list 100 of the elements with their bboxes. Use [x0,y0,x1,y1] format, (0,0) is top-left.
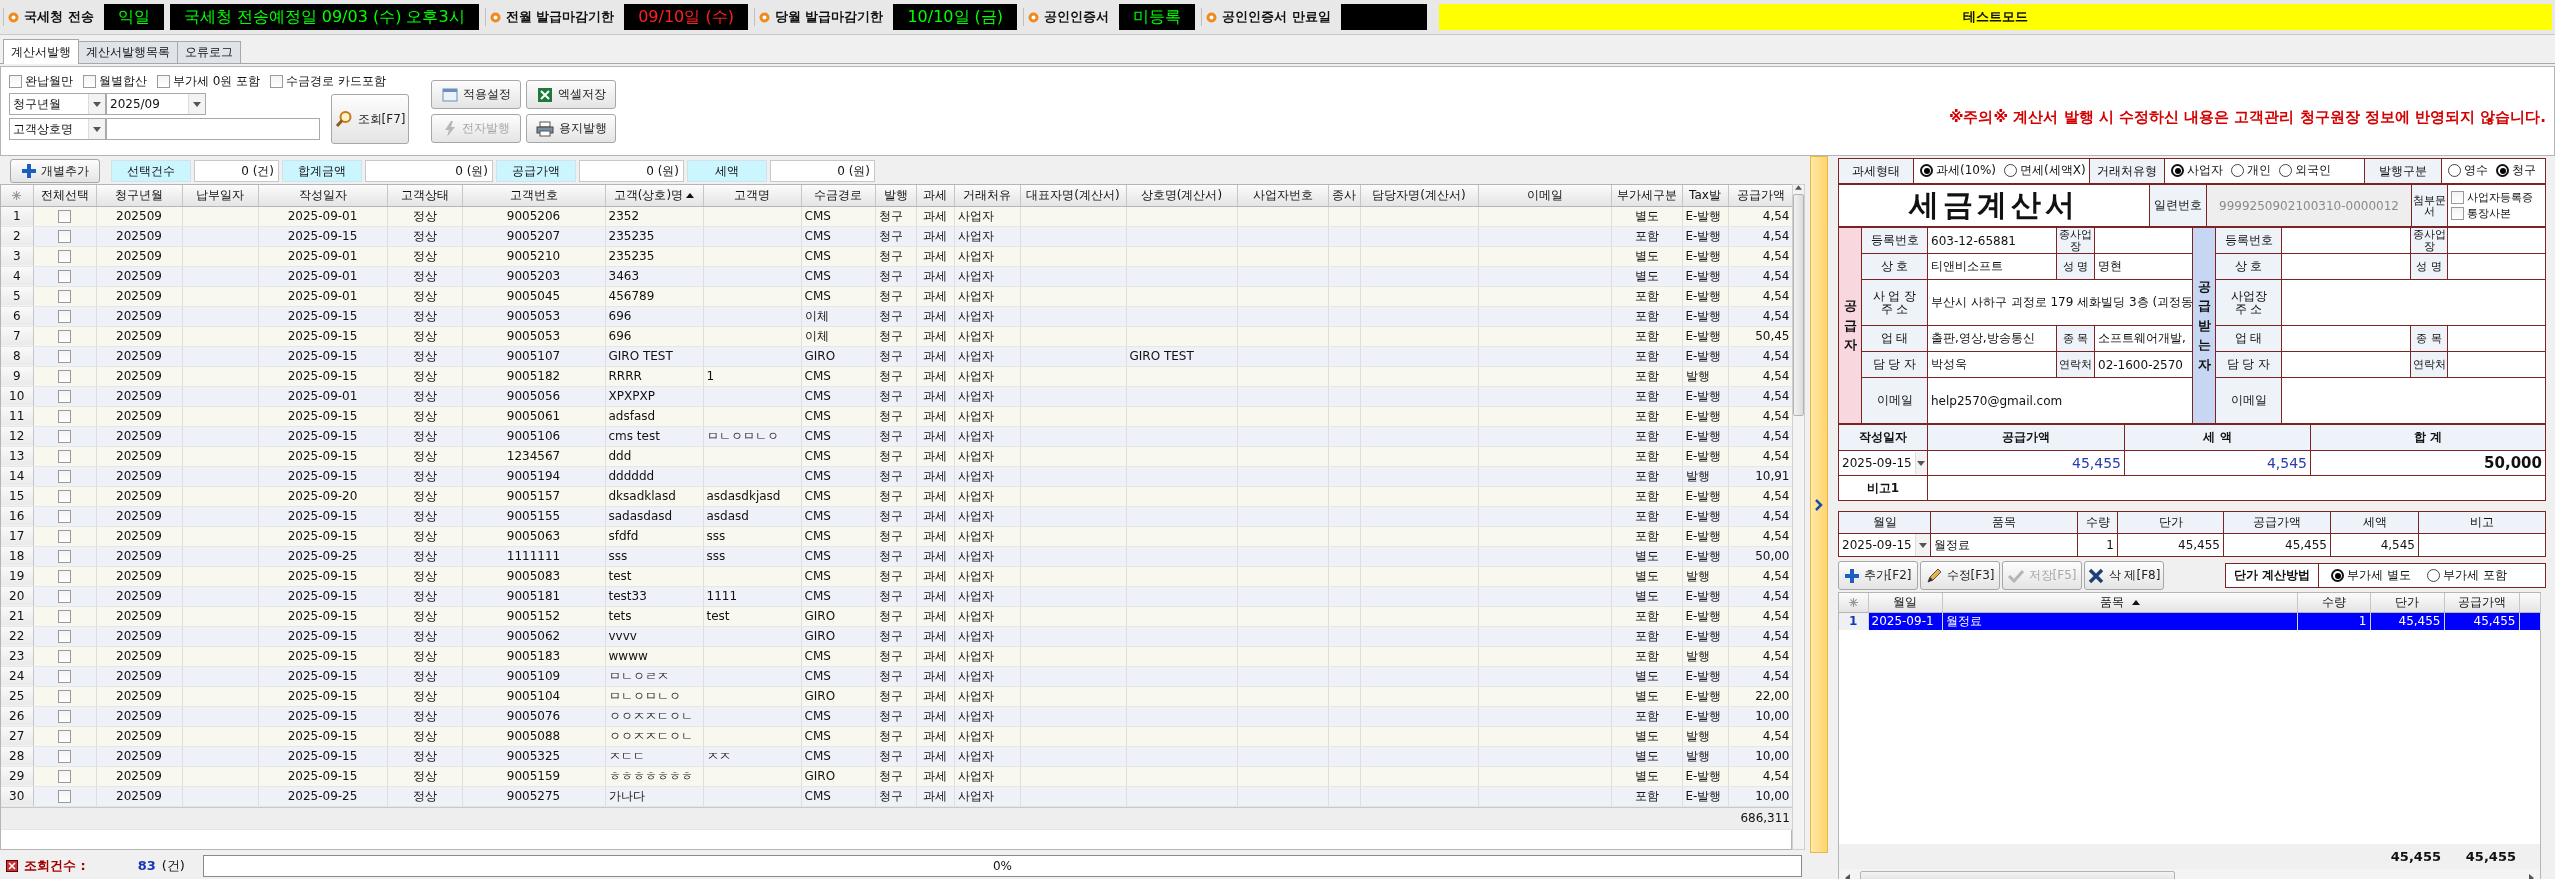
column-header[interactable]: 대표자명(계산서) [1020,185,1126,206]
checkbox[interactable]: 수금경로 카드포함 [270,72,387,90]
checkbox[interactable] [58,310,71,323]
input-field[interactable] [106,118,320,140]
radio-button[interactable]: 청구 [2496,162,2536,179]
table-cell: 발행 [1682,366,1728,386]
radio-button[interactable]: 면세(세액X) [2004,162,2086,179]
checkbox[interactable] [58,630,71,643]
column-header[interactable]: 종사 [1328,185,1360,206]
checkbox[interactable] [58,770,71,783]
checkbox[interactable] [58,270,71,283]
checkbox[interactable] [58,750,71,763]
column-header[interactable]: 공급가액 [1728,185,1793,206]
column-header[interactable]: 상호명(계산서) [1126,185,1237,206]
checkbox[interactable] [58,550,71,563]
radio-button[interactable]: 부가세 포함 [2427,567,2507,584]
dropdown[interactable]: 청구년월 [9,93,106,115]
checkbox[interactable]: 월별합산 [83,72,147,90]
checkbox[interactable] [58,730,71,743]
checkbox[interactable] [58,330,71,343]
checkbox[interactable] [58,470,71,483]
dropdown[interactable]: 2025-09-15 [1839,534,1930,556]
checkbox[interactable] [58,410,71,423]
tab[interactable]: 계산서발행목록 [78,41,178,63]
checkbox[interactable]: 사업자등록증 [2451,190,2542,205]
column-header[interactable]: 납부일자 [182,185,258,206]
add-button[interactable]: 개별추가 [10,159,100,183]
table-cell: 9005107 [462,346,605,366]
search-button[interactable]: 조회[F7] [331,94,409,144]
column-header[interactable]: 사업자번호 [1237,185,1328,206]
dropdown[interactable]: 2025-09-15 [1839,452,1927,474]
toolbar-button[interactable]: 적용설정 [431,80,521,109]
table-cell: 2025-09-01 [258,206,387,226]
column-header[interactable]: 담당자명(계산서) [1360,185,1478,206]
column-header[interactable] [1839,593,1868,612]
checkbox[interactable]: 부가세 0원 포함 [157,72,261,90]
checkbox[interactable] [58,230,71,243]
checkbox[interactable] [58,710,71,723]
column-header[interactable]: 수금경로 [801,185,875,206]
dropdown[interactable]: 2025/09 [106,93,206,115]
column-header[interactable]: 고객명 [703,185,801,206]
radio-button[interactable]: 과세(10%) [1920,162,1997,179]
column-header[interactable]: 고객번호 [462,185,605,206]
column-header[interactable]: 이메일 [1478,185,1611,206]
toolbar-button[interactable]: 삭 제[F8] [2084,561,2164,590]
remark-field[interactable] [1927,475,2546,501]
checkbox[interactable] [58,670,71,683]
checkbox[interactable] [58,390,71,403]
column-header[interactable]: 고객(상호)명 [605,185,703,206]
column-header[interactable]: 작성일자 [258,185,387,206]
checkbox[interactable]: 통장사본 [2451,206,2542,221]
column-header[interactable]: 전체선택 [33,185,96,206]
checkbox[interactable]: 완납월만 [9,72,73,90]
radio-button[interactable]: 영수 [2448,162,2488,179]
column-header[interactable]: 월일 [1868,593,1942,612]
column-header[interactable]: 과세 [916,185,954,206]
checkbox[interactable] [58,350,71,363]
table-cell: CMS [801,586,875,606]
column-header[interactable]: 수량 [2297,593,2370,612]
toolbar-button[interactable]: 엑셀저장 [526,80,616,109]
checkbox[interactable] [58,290,71,303]
checkbox[interactable] [58,570,71,583]
column-header[interactable]: 고객상태 [387,185,462,206]
checkbox[interactable] [58,510,71,523]
summary-value: 0 (건) [194,160,279,182]
checkbox[interactable] [58,590,71,603]
checkbox[interactable] [58,250,71,263]
checkbox[interactable] [58,790,71,803]
checkbox[interactable] [58,530,71,543]
tab[interactable]: 계산서발행 [3,39,79,64]
column-header[interactable]: 부가세구분 [1611,185,1682,206]
column-header[interactable]: 발행 [875,185,916,206]
checkbox[interactable] [58,610,71,623]
collapse-handle[interactable] [1810,156,1828,853]
checkbox[interactable] [58,490,71,503]
checkbox[interactable] [58,210,71,223]
dropdown[interactable]: 고객상호명 [9,118,106,140]
column-header[interactable]: 청구년월 [96,185,182,206]
radio-button[interactable]: 외국인 [2279,162,2331,179]
toolbar-button[interactable]: 용지발행 [526,114,616,143]
column-header[interactable] [1,185,33,206]
input-field[interactable] [2418,533,2546,557]
checkbox[interactable] [58,370,71,383]
column-header[interactable]: 단가 [2370,593,2444,612]
radio-button[interactable]: 사업자 [2171,162,2223,179]
column-header[interactable]: 공급가액 [2444,593,2519,612]
checkbox[interactable] [58,430,71,443]
column-header[interactable]: 거래처유 [954,185,1020,206]
table-cell: CMS [801,486,875,506]
toolbar-button[interactable]: 추가[F2] [1838,561,1918,590]
radio-button[interactable]: 개인 [2231,162,2271,179]
checkbox[interactable] [58,650,71,663]
tab[interactable]: 오류로그 [177,41,241,63]
column-header[interactable]: Tax발 [1682,185,1728,206]
radio-button[interactable]: 부가세 별도 [2331,567,2411,584]
table-cell: ddd [605,446,703,466]
checkbox[interactable] [58,450,71,463]
checkbox[interactable] [58,690,71,703]
column-header[interactable]: 품목 [1942,593,2297,612]
toolbar-button[interactable]: 수정[F3] [1920,561,2000,590]
